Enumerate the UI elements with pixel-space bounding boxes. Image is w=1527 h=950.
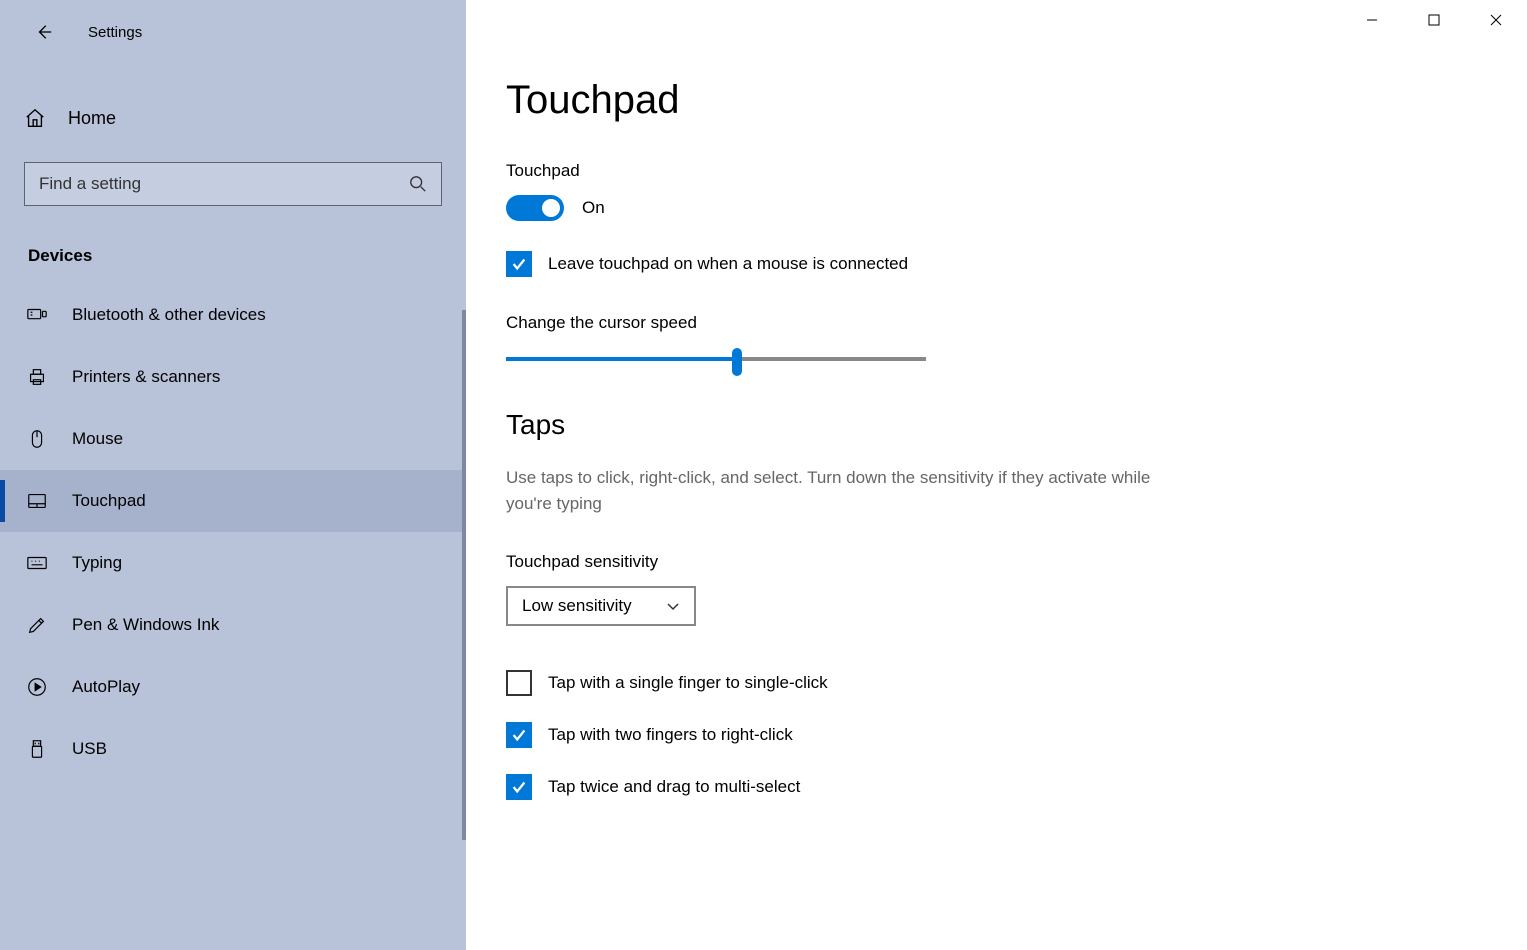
nav-label: Touchpad — [72, 491, 146, 511]
cursor-speed-slider[interactable] — [506, 349, 926, 369]
window-controls — [1341, 0, 1527, 40]
sidebar-scrollbar[interactable] — [462, 310, 466, 840]
home-icon — [24, 107, 46, 129]
leave-touchpad-checkbox[interactable]: Leave touchpad on when a mouse is connec… — [506, 251, 1487, 277]
nav-label: Mouse — [72, 429, 123, 449]
touchpad-icon — [26, 490, 48, 512]
close-button[interactable] — [1465, 0, 1527, 40]
nav-bluetooth[interactable]: Bluetooth & other devices — [0, 284, 466, 346]
sidebar-section-label: Devices — [0, 246, 466, 266]
tap-two-checkbox[interactable]: Tap with two fingers to right-click — [506, 722, 1487, 748]
home-label: Home — [68, 108, 116, 129]
back-button[interactable] — [24, 12, 64, 52]
nav-printers[interactable]: Printers & scanners — [0, 346, 466, 408]
search-box[interactable] — [24, 162, 442, 206]
maximize-button[interactable] — [1403, 0, 1465, 40]
tap-drag-checkbox[interactable]: Tap twice and drag to multi-select — [506, 774, 1487, 800]
nav-label: Bluetooth & other devices — [72, 305, 266, 325]
checkbox-label: Tap with two fingers to right-click — [548, 725, 793, 745]
nav-usb[interactable]: USB — [0, 718, 466, 780]
bluetooth-icon — [26, 304, 48, 326]
printer-icon — [26, 366, 48, 388]
nav-list: Bluetooth & other devices Printers & sca… — [0, 284, 466, 780]
app-title: Settings — [88, 24, 142, 41]
home-link[interactable]: Home — [0, 88, 466, 148]
nav-label: Pen & Windows Ink — [72, 615, 219, 635]
chevron-down-icon — [666, 599, 680, 613]
page-title: Touchpad — [506, 78, 1487, 123]
minimize-button[interactable] — [1341, 0, 1403, 40]
nav-mouse[interactable]: Mouse — [0, 408, 466, 470]
nav-label: Printers & scanners — [72, 367, 220, 387]
autoplay-icon — [26, 676, 48, 698]
touchpad-subheading: Touchpad — [506, 161, 1487, 181]
taps-description: Use taps to click, right-click, and sele… — [506, 465, 1166, 516]
nav-label: AutoPlay — [72, 677, 140, 697]
checkbox-label: Tap with a single finger to single-click — [548, 673, 828, 693]
dropdown-value: Low sensitivity — [522, 596, 632, 616]
nav-pen[interactable]: Pen & Windows Ink — [0, 594, 466, 656]
checkbox-icon — [506, 722, 532, 748]
nav-touchpad[interactable]: Touchpad — [0, 470, 466, 532]
checkbox-icon — [506, 670, 532, 696]
sidebar: Settings Home Devices Bluetooth & other … — [0, 0, 466, 950]
search-icon — [409, 175, 427, 193]
nav-label: Typing — [72, 553, 122, 573]
nav-autoplay[interactable]: AutoPlay — [0, 656, 466, 718]
usb-icon — [26, 738, 48, 760]
checkbox-icon — [506, 774, 532, 800]
toggle-state-label: On — [582, 198, 605, 218]
sensitivity-label: Touchpad sensitivity — [506, 552, 1487, 572]
keyboard-icon — [26, 552, 48, 574]
pen-icon — [26, 614, 48, 636]
tap-single-checkbox[interactable]: Tap with a single finger to single-click — [506, 670, 1487, 696]
nav-typing[interactable]: Typing — [0, 532, 466, 594]
taps-heading: Taps — [506, 409, 1487, 441]
main-content: Touchpad Touchpad On Leave touchpad on w… — [466, 0, 1527, 950]
checkbox-icon — [506, 251, 532, 277]
mouse-icon — [26, 428, 48, 450]
checkbox-label: Leave touchpad on when a mouse is connec… — [548, 254, 908, 274]
checkbox-label: Tap twice and drag to multi-select — [548, 777, 800, 797]
sensitivity-dropdown[interactable]: Low sensitivity — [506, 586, 696, 626]
nav-label: USB — [72, 739, 107, 759]
cursor-speed-label: Change the cursor speed — [506, 313, 1487, 333]
touchpad-toggle[interactable] — [506, 195, 564, 221]
search-input[interactable] — [39, 174, 409, 194]
